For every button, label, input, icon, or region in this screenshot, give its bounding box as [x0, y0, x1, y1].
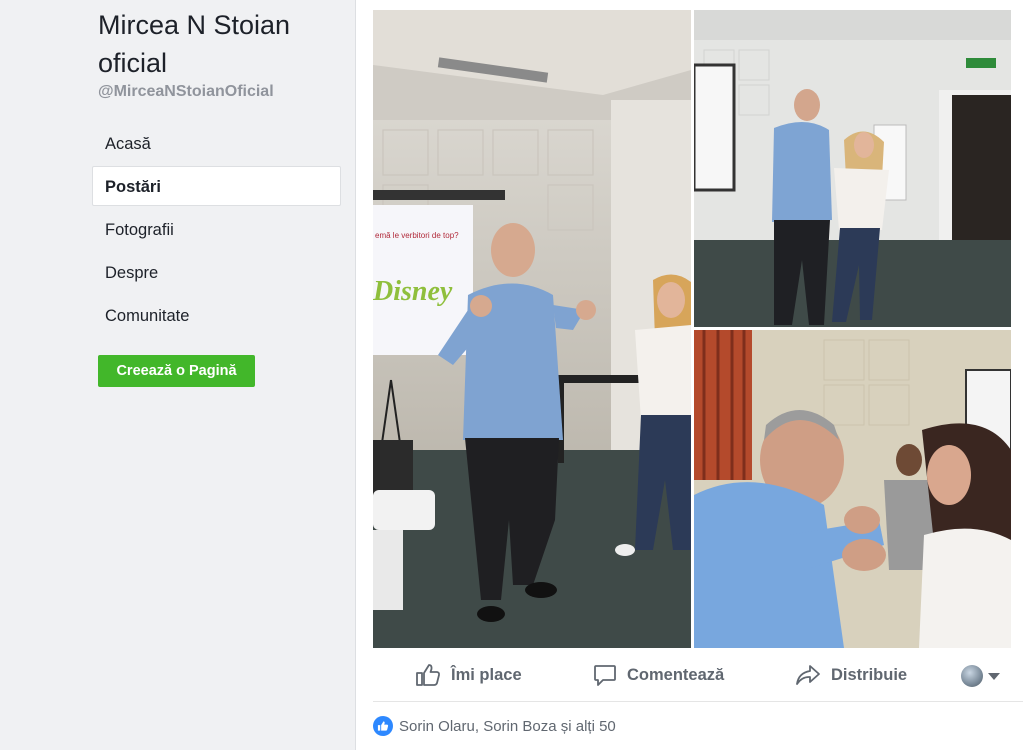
photo-bottom-right-illustration — [694, 330, 1011, 648]
like-button[interactable]: Îmi place — [415, 648, 522, 702]
screen-caption: emă le verbitori de top? — [375, 231, 459, 240]
comment-button[interactable]: Comentează — [593, 648, 724, 702]
comment-label: Comentează — [627, 665, 725, 684]
reactions-summary[interactable]: Sorin Olaru, Sorin Boza și alți 50 — [373, 716, 616, 736]
thumbs-up-icon — [416, 664, 440, 686]
avatar-icon — [961, 665, 983, 687]
audience-selector[interactable] — [961, 665, 1000, 687]
post-action-bar: Îmi place Comentează Distribuie — [373, 648, 1023, 702]
share-button[interactable]: Distribuie — [795, 648, 907, 702]
like-label: Îmi place — [451, 665, 522, 684]
post-photo-main[interactable]: emă le verbitori de top? Disney — [373, 10, 691, 648]
comment-icon — [594, 665, 616, 686]
nav-item-community[interactable]: Comunitate — [92, 295, 341, 335]
nav-item-home[interactable]: Acasă — [92, 123, 341, 163]
nav-item-about[interactable]: Despre — [92, 252, 341, 292]
screen-logo: Disney — [373, 276, 453, 307]
photo-main-illustration: emă le verbitori de top? Disney — [373, 10, 691, 648]
page-title[interactable]: Mircea N Stoian oficial — [98, 6, 348, 82]
share-icon — [796, 665, 820, 685]
page-sidebar: Mircea N Stoian oficial @MirceaNStoianOf… — [0, 0, 355, 750]
nav-item-photos[interactable]: Fotografii — [92, 209, 341, 249]
caret-down-icon — [988, 672, 1000, 680]
create-page-button[interactable]: Creează o Pagină — [98, 355, 255, 387]
photo-top-right-illustration — [694, 10, 1011, 327]
page-nav: Acasă Postări Fotografii Despre Comunita… — [92, 123, 341, 338]
nav-item-posts[interactable]: Postări — [92, 166, 341, 206]
page-handle[interactable]: @MirceaNStoianOficial — [98, 83, 274, 101]
like-reaction-icon — [373, 716, 393, 736]
share-label: Distribuie — [831, 665, 908, 684]
post-card: emă le verbitori de top? Disney Îmi plac… — [355, 0, 1036, 750]
reactions-text: Sorin Olaru, Sorin Boza și alți 50 — [399, 717, 616, 735]
post-photo-bottom-right[interactable] — [694, 330, 1011, 648]
post-photo-top-right[interactable] — [694, 10, 1011, 327]
